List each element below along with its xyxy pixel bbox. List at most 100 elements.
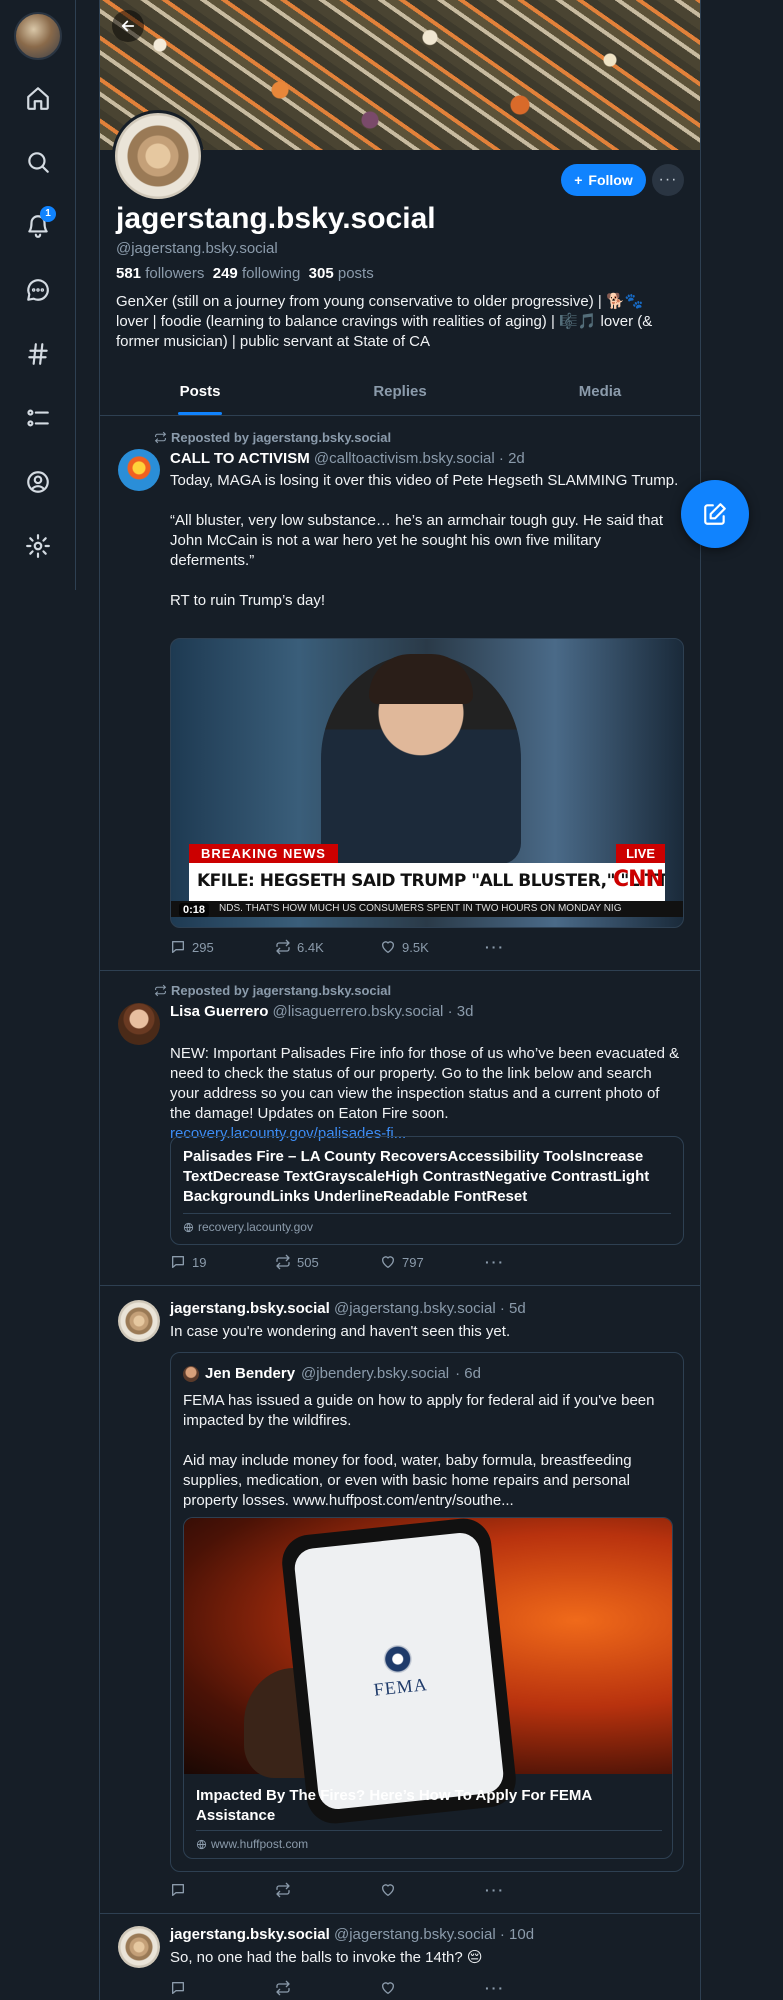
repost-button[interactable]: 505 [275,1254,380,1270]
post-handle[interactable]: @jagerstang.bsky.social [334,1300,496,1317]
search-icon[interactable] [22,146,54,178]
home-icon[interactable] [22,82,54,114]
cnn-logo: CNN [613,867,664,892]
heart-icon [382,1982,394,1994]
repost-icon [154,984,167,997]
like-button[interactable]: 9.5K [380,939,485,955]
video-thumbnail-person [321,654,521,864]
post-handle[interactable]: @jagerstang.bsky.social [334,1926,496,1943]
tab-replies[interactable]: Replies [300,372,500,415]
post-video[interactable]: BREAKING NEWS LIVE KFILE: HEGSETH SAID T… [170,638,684,928]
post-author[interactable]: jagerstang.bsky.social [170,1926,330,1943]
post-author[interactable]: CALL TO ACTIVISM [170,450,310,467]
link-preview-card[interactable]: Palisades Fire – LA County RecoversAcces… [170,1136,684,1245]
repost-icon [276,1882,290,1898]
post-header: Lisa Guerrero @lisaguerrero.bsky.social … [170,1003,473,1020]
reply-icon [172,941,184,953]
heart-icon [382,1884,394,1896]
notification-badge: 1 [40,206,56,222]
post-header: CALL TO ACTIVISM @calltoactivism.bsky.so… [170,450,525,467]
followers-stat[interactable]: 581 followers [116,265,204,282]
tab-media[interactable]: Media [500,372,700,415]
back-button[interactable] [112,10,144,42]
fema-phone-image: FEMA [184,1518,672,1827]
settings-gear-icon[interactable] [22,530,54,562]
quoted-time: · 6d [455,1365,481,1382]
post-header: jagerstang.bsky.social @jagerstang.bsky.… [170,1300,526,1317]
quoted-link-card[interactable]: FEMA Impacted By The Fires? Here’s How T… [183,1517,673,1859]
post-handle[interactable]: @calltoactivism.bsky.social [314,450,495,467]
post-author[interactable]: Lisa Guerrero [170,1003,268,1020]
post-more-button[interactable]: ··· [485,1254,590,1270]
follow-button[interactable]: + Follow [561,164,646,196]
reply-button[interactable] [170,1980,275,1996]
post-actions: 19 505 797 ··· [170,1254,590,1270]
post-actions: 295 6.4K 9.5K ··· [170,939,590,955]
post-more-button[interactable]: ··· [485,1980,590,1996]
video-ticker: NDS. THAT'S HOW MUCH US CONSUMERS SPENT … [171,901,683,917]
repost-button[interactable] [275,1882,380,1898]
post-more-button[interactable]: ··· [485,939,590,955]
notifications-icon[interactable]: 1 [22,206,56,242]
post-more-button[interactable]: ··· [485,1882,590,1898]
left-nav-rail: 1 [0,0,76,590]
repost-button[interactable]: 6.4K [275,939,380,955]
reply-icon [172,1884,184,1896]
post-time[interactable]: · 5d [500,1300,526,1317]
post-avatar[interactable] [118,449,160,491]
quoted-post-avatar [183,1365,199,1382]
reply-button[interactable]: 295 [170,939,275,955]
like-button[interactable] [380,1980,485,1996]
reply-icon [172,1256,184,1268]
lists-icon[interactable] [22,402,54,434]
chat-icon[interactable] [22,274,54,306]
like-button[interactable] [380,1882,485,1898]
profile-avatar[interactable] [112,110,204,202]
profile-bio: GenXer (still on a journey from young co… [116,293,653,350]
post-header: jagerstang.bsky.social @jagerstang.bsky.… [170,1926,534,1943]
post-time[interactable]: · 3d [448,1003,474,1020]
post-avatar[interactable] [118,1003,160,1045]
reply-button[interactable] [170,1882,275,1898]
repost-button[interactable] [275,1980,380,1996]
reply-button[interactable]: 19 [170,1254,275,1270]
link-card-domain: recovery.lacounty.gov [183,1213,671,1244]
profile-display-name: jagerstang.bsky.social [116,202,436,235]
profile-column: + Follow ··· jagerstang.bsky.social @jag… [99,0,701,2000]
repost-icon [154,431,167,444]
profile-more-button[interactable]: ··· [652,164,684,196]
reply-icon [172,1982,184,1994]
link-card-title: Palisades Fire – LA County RecoversAcces… [183,1148,650,1205]
repost-indicator: Reposted by jagerstang.bsky.social [154,430,391,445]
compose-edit-icon [704,503,726,525]
my-avatar[interactable] [14,12,62,60]
feed-post[interactable]: jagerstang.bsky.social @jagerstang.bsky.… [100,1286,700,1914]
profile-icon[interactable] [22,466,54,498]
quoted-post-header: Jen Bendery @jbendery.bsky.social · 6d [183,1365,481,1382]
repost-icon [276,1254,290,1270]
globe-icon [196,1839,207,1849]
post-text: In case you're wondering and haven't see… [170,1323,511,1340]
posts-stat: 305 posts [308,265,374,282]
repost-indicator: Reposted by jagerstang.bsky.social [154,983,391,998]
video-live-label: LIVE [616,844,665,863]
compose-post-button[interactable] [681,480,749,548]
arrow-left-icon [121,20,135,32]
profile-handle: @jagerstang.bsky.social [116,240,278,257]
following-stat[interactable]: 249 following [213,265,301,282]
post-author[interactable]: jagerstang.bsky.social [170,1300,330,1317]
feed-post[interactable]: Reposted by jagerstang.bsky.social CALL … [100,417,700,971]
feed-post[interactable]: Reposted by jagerstang.bsky.social Lisa … [100,971,700,1286]
like-button[interactable]: 797 [380,1254,485,1270]
tab-posts[interactable]: Posts [100,372,300,415]
post-time[interactable]: · 2d [499,450,525,467]
feed-post[interactable]: jagerstang.bsky.social @jagerstang.bsky.… [100,1914,700,2000]
globe-icon [183,1222,194,1232]
post-handle[interactable]: @lisaguerrero.bsky.social [273,1003,444,1020]
post-text: NEW: Important Palisades Fire info for t… [170,1045,680,1142]
post-avatar[interactable] [118,1300,160,1342]
quoted-post[interactable]: Jen Bendery @jbendery.bsky.social · 6d F… [170,1352,684,1872]
feeds-hashtag-icon[interactable] [22,338,54,370]
post-time[interactable]: · 10d [500,1926,534,1943]
post-avatar[interactable] [118,1926,160,1968]
